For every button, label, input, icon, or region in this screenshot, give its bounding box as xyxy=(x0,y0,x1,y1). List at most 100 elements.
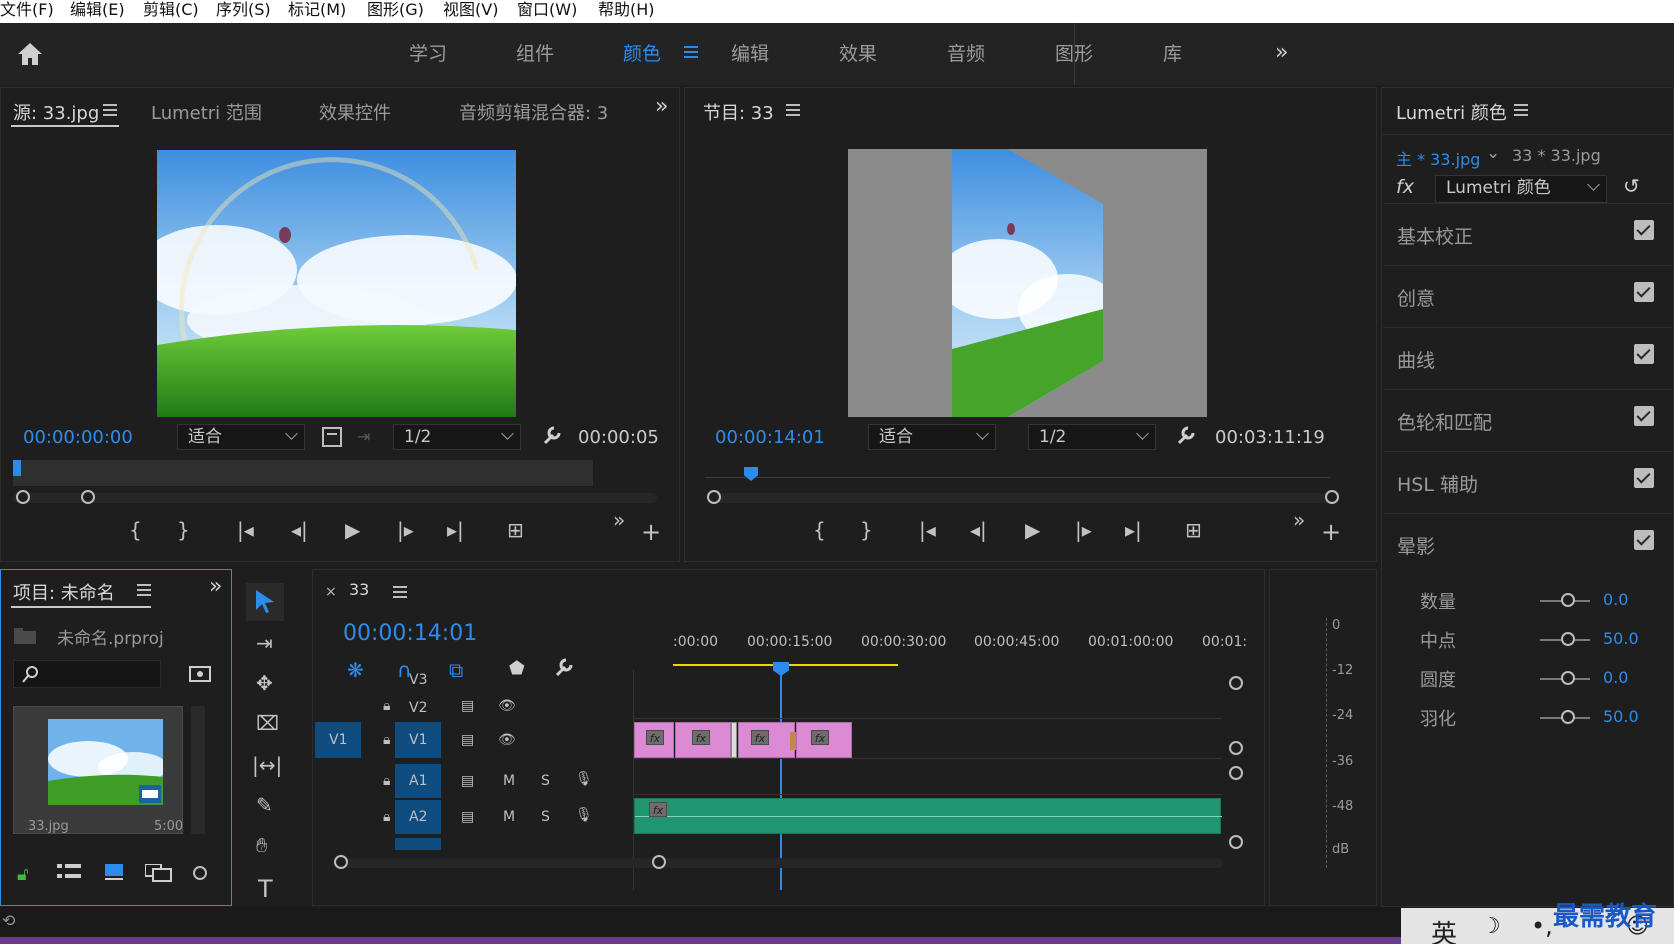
menu-sequence[interactable]: 序列(S) xyxy=(216,0,271,19)
pen-tool-icon[interactable]: ✎ xyxy=(256,793,273,817)
slip-tool-icon[interactable]: |↔| xyxy=(252,753,282,777)
tab-effect-controls[interactable]: 效果控件 xyxy=(319,99,391,125)
wrench-icon[interactable] xyxy=(541,424,563,446)
razor-tool-icon[interactable]: ⌧ xyxy=(256,711,279,735)
audio-clip[interactable]: fx xyxy=(634,798,1222,834)
section-color-wheels[interactable]: 色轮和匹配 xyxy=(1383,389,1674,451)
scroll-handle[interactable] xyxy=(1229,835,1243,849)
go-to-out-icon[interactable]: ▸| xyxy=(447,518,464,542)
tab-lumetri-color[interactable]: Lumetri 颜色 xyxy=(1396,99,1507,125)
workspace-libraries[interactable]: 库 xyxy=(1163,23,1182,85)
video-clip[interactable]: fx xyxy=(796,722,852,758)
slider-knob[interactable] xyxy=(1561,632,1575,646)
reset-icon[interactable]: ↺ xyxy=(1623,174,1640,198)
mute-button[interactable]: M xyxy=(503,809,515,825)
menu-help[interactable]: 帮助(H) xyxy=(598,0,655,19)
new-bin-icon[interactable] xyxy=(189,664,211,682)
mark-out-icon[interactable]: } xyxy=(860,518,873,542)
folder-up-icon[interactable] xyxy=(13,627,37,645)
microphone-icon[interactable]: 🎙︎ xyxy=(575,807,593,823)
step-back-icon[interactable]: ◂| xyxy=(970,518,987,542)
menu-marker[interactable]: 标记(M) xyxy=(288,0,346,19)
step-forward-icon[interactable]: |▸ xyxy=(397,518,414,542)
tab-lumetri-scopes[interactable]: Lumetri 范围 xyxy=(151,99,262,125)
camera-icon[interactable]: ⊞ xyxy=(1185,518,1202,542)
hand-tool-icon[interactable]: ✋︎ xyxy=(256,833,267,857)
more-workspaces-icon[interactable]: » xyxy=(1275,40,1288,65)
solo-button[interactable]: S xyxy=(541,773,550,789)
panel-menu-icon[interactable] xyxy=(786,104,800,116)
scroll-handle[interactable] xyxy=(1229,766,1243,780)
track-select-tool-icon[interactable]: ⇥ xyxy=(256,631,273,655)
effect-select[interactable]: Lumetri 颜色 xyxy=(1435,175,1607,203)
scroll-handle-right[interactable] xyxy=(1325,490,1339,504)
more-tabs-icon[interactable]: » xyxy=(209,574,222,599)
chevron-down-icon[interactable]: ⌄ xyxy=(1486,143,1500,163)
solo-button[interactable]: S xyxy=(541,809,550,825)
source-resolution-select[interactable]: 1/2 xyxy=(393,424,521,450)
vignette-midpoint[interactable]: 中点 50.0 xyxy=(1420,621,1674,657)
slider-knob[interactable] xyxy=(1561,593,1575,607)
moon-icon[interactable]: ☽ xyxy=(1481,914,1501,939)
microphone-icon[interactable]: 🎙︎ xyxy=(575,771,593,787)
lock-icon[interactable]: 🔒︎ xyxy=(383,698,390,714)
lock-icon[interactable]: 🔒︎ xyxy=(383,809,390,825)
panel-menu-icon[interactable] xyxy=(393,586,407,598)
source-timecode[interactable]: 00:00:00:00 xyxy=(23,427,133,448)
lock-icon[interactable]: 🔓︎ xyxy=(17,864,29,885)
program-resolution-select[interactable]: 1/2 xyxy=(1028,424,1156,450)
play-icon[interactable]: ▶ xyxy=(1025,518,1040,542)
list-view-icon[interactable] xyxy=(57,864,81,882)
more-controls-icon[interactable]: » xyxy=(1293,508,1305,532)
program-zoom-scrollbar[interactable] xyxy=(707,493,1339,503)
video-clip[interactable]: fx xyxy=(675,722,731,758)
program-fit-select[interactable]: 适合 xyxy=(868,424,996,450)
sync-lock-icon[interactable]: ▤ xyxy=(461,809,474,825)
mark-in-icon[interactable]: { xyxy=(129,518,142,542)
scroll-handle-right[interactable] xyxy=(81,490,95,504)
track-target-a3[interactable] xyxy=(395,838,441,850)
checkbox-icon[interactable] xyxy=(1634,406,1654,426)
panel-menu-icon[interactable] xyxy=(1514,104,1528,116)
lock-icon[interactable]: 🔒︎ xyxy=(383,773,390,789)
clip-sequence-tab[interactable]: 33 * 33.jpg xyxy=(1512,146,1601,165)
workspace-effects[interactable]: 效果 xyxy=(839,23,877,85)
vignette-feather[interactable]: 羽化 50.0 xyxy=(1420,699,1674,735)
video-clip[interactable]: fx xyxy=(738,722,795,758)
project-scrollbar[interactable] xyxy=(191,706,205,834)
eye-icon[interactable]: 👁︎ xyxy=(498,698,516,714)
go-to-in-icon[interactable]: |◂ xyxy=(919,518,936,542)
go-to-in-icon[interactable]: |◂ xyxy=(237,518,254,542)
project-item-thumbnail[interactable]: 33.jpg 5:00 xyxy=(13,706,183,834)
more-tabs-icon[interactable]: » xyxy=(655,94,668,119)
time-ruler[interactable]: :00:00 00:00:15:00 00:00:30:00 00:00:45:… xyxy=(673,630,1247,670)
slider-knob[interactable] xyxy=(1561,671,1575,685)
panel-menu-icon[interactable] xyxy=(137,584,151,596)
sync-lock-icon[interactable]: ▤ xyxy=(461,698,474,714)
close-tab-icon[interactable]: × xyxy=(325,584,337,600)
insert-icon[interactable]: ⇥ xyxy=(357,427,370,446)
section-basic-correction[interactable]: 基本校正 xyxy=(1383,203,1674,265)
add-button-icon[interactable]: + xyxy=(641,518,661,546)
checkbox-icon[interactable] xyxy=(1634,468,1654,488)
program-timecode[interactable]: 00:00:14:01 xyxy=(715,427,825,448)
home-icon[interactable] xyxy=(16,41,44,67)
sync-lock-icon[interactable]: ▤ xyxy=(461,732,474,748)
step-back-icon[interactable]: ◂| xyxy=(291,518,308,542)
play-icon[interactable]: ▶ xyxy=(345,518,360,542)
mark-out-icon[interactable]: } xyxy=(177,518,190,542)
ripple-edit-tool-icon[interactable]: ✥ xyxy=(256,671,273,695)
source-zoom-scrollbar[interactable] xyxy=(13,493,657,503)
scroll-handle[interactable] xyxy=(1229,676,1243,690)
source-fit-select[interactable]: 适合 xyxy=(177,424,305,450)
tab-source[interactable]: 源: 33.jpg xyxy=(13,99,99,125)
section-curves[interactable]: 曲线 xyxy=(1383,327,1674,389)
horizontal-scrollbar[interactable] xyxy=(333,858,1223,868)
wrench-icon[interactable] xyxy=(1175,424,1197,446)
source-patch-v1[interactable]: V1 xyxy=(315,722,361,758)
workspace-assembly[interactable]: 组件 xyxy=(516,23,554,85)
add-button-icon[interactable]: + xyxy=(1321,518,1341,546)
lock-icon[interactable]: 🔒︎ xyxy=(383,732,390,748)
source-timeline-bar[interactable] xyxy=(13,460,593,486)
checkbox-icon[interactable] xyxy=(1634,282,1654,302)
